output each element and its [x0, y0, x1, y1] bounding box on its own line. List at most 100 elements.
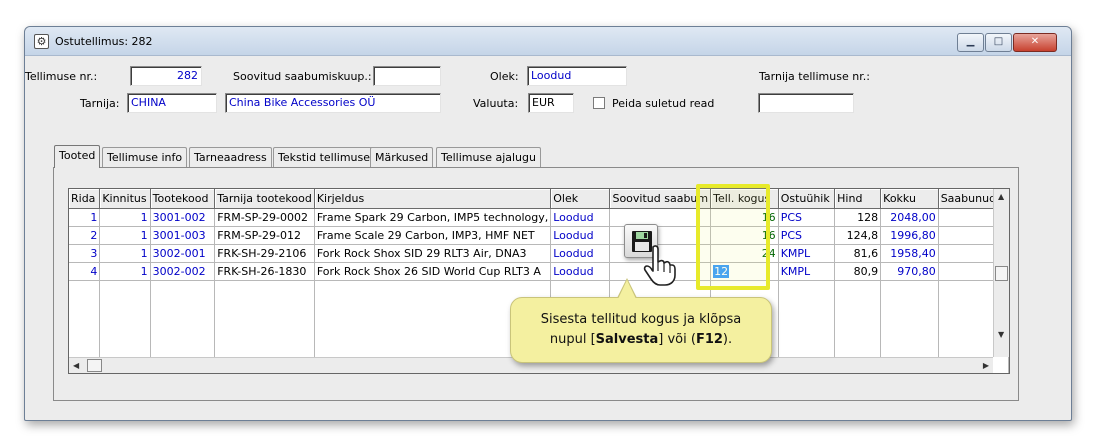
col-header-tootekood[interactable]: Tootekood: [150, 189, 216, 209]
supplier-name-field[interactable]: China Bike Accessories OÜ: [225, 93, 441, 113]
cell-tootekood[interactable]: 3002-001: [150, 244, 216, 263]
hide-closed-label: Peida suletud read: [612, 97, 715, 110]
maximize-button[interactable]: □: [985, 33, 1012, 52]
cell-kokku[interactable]: 970,80: [880, 262, 939, 281]
cell-rida[interactable]: 3: [69, 244, 101, 263]
agreed-arrival-field[interactable]: [373, 66, 441, 86]
cell-tarnija-tootekood[interactable]: FRK-SH-26-1830: [214, 262, 315, 281]
table-header-row: Rida Kinnitus Tootekood Tarnija tootekoo…: [69, 189, 1009, 209]
gear-icon[interactable]: ⚙: [34, 34, 49, 49]
table-row[interactable]: 2 1 3001-003 FRM-SP-29-012 Frame Scale 2…: [69, 226, 1009, 245]
instruction-callout: Sisesta tellitud kogus ja klõpsa nupul […: [510, 278, 772, 363]
cell-uhik[interactable]: PCS: [778, 226, 836, 245]
cell-hind[interactable]: 128: [834, 208, 882, 227]
cell-olek[interactable]: Loodud: [550, 226, 611, 245]
col-header-olek[interactable]: Olek: [550, 189, 611, 209]
col-header-tarnija-tootekood[interactable]: Tarnija tootekood: [214, 189, 315, 209]
cell-kinnitus[interactable]: 1: [99, 262, 151, 281]
col-header-kirjeldus[interactable]: Kirjeldus: [314, 189, 552, 209]
supplier-label: Tarnija:: [80, 97, 120, 110]
cell-kokku[interactable]: 2048,00: [880, 208, 939, 227]
cell-tootekood[interactable]: 3001-003: [150, 226, 216, 245]
supplier-code-field[interactable]: CHINA: [127, 93, 217, 113]
cell-tootekood[interactable]: 3001-002: [150, 208, 216, 227]
cell-kinnitus[interactable]: 1: [99, 226, 151, 245]
col-header-hind[interactable]: Hind: [834, 189, 882, 209]
cell-tootekood[interactable]: 3002-002: [150, 262, 216, 281]
callout-text-middle: ] või (: [658, 332, 696, 347]
cell-kirjeldus[interactable]: Frame Scale 29 Carbon, IMP3, HMF NET: [314, 226, 552, 245]
vertical-scrollbar[interactable]: ▲ ▼: [993, 189, 1009, 357]
hide-closed-checkbox[interactable]: [593, 97, 605, 109]
callout-text-suffix: ).: [722, 332, 733, 347]
cell-uhik[interactable]: PCS: [778, 208, 836, 227]
col-header-kokku[interactable]: Kokku: [880, 189, 939, 209]
cell-uhik[interactable]: KMPL: [778, 262, 836, 281]
minimize-button[interactable]: ▁: [957, 33, 984, 52]
tab-notes[interactable]: Märkused: [370, 147, 434, 167]
cell-kogus[interactable]: 16: [710, 226, 779, 245]
cell-kinnitus[interactable]: 1: [99, 208, 151, 227]
horizontal-scroll-thumb[interactable]: [87, 359, 102, 372]
cell-olek[interactable]: Loodud: [550, 244, 611, 263]
callout-shortcut-key: F12: [695, 332, 723, 347]
callout-line-2: nupul [Salvesta] või (F12).: [511, 330, 771, 350]
cell-olek[interactable]: Loodud: [550, 208, 611, 227]
status-field[interactable]: Loodud: [527, 66, 627, 86]
cell-hind[interactable]: 81,6: [834, 244, 882, 263]
status-label: Olek:: [490, 70, 519, 83]
supplier-order-field[interactable]: [758, 93, 854, 113]
tab-order-info[interactable]: Tellimuse info: [102, 147, 188, 167]
order-no-label: Tellimuse nr.:: [25, 70, 98, 83]
scroll-up-icon[interactable]: ▲: [998, 192, 1004, 201]
callout-line-1: Sisesta tellitud kogus ja klõpsa: [540, 312, 742, 327]
quantity-input-selection[interactable]: 12: [713, 264, 730, 278]
cell-kokku[interactable]: 1958,40: [880, 244, 939, 263]
cell-tarnija-tootekood[interactable]: FRM-SP-29-0002: [214, 208, 315, 227]
col-header-soovitud-saabum[interactable]: Soovitud saabum: [609, 189, 712, 209]
cell-rida[interactable]: 1: [69, 208, 101, 227]
scroll-right-icon[interactable]: ▶: [983, 361, 989, 370]
table-row[interactable]: 1 1 3001-002 FRM-SP-29-0002 Frame Spark …: [69, 208, 1009, 227]
agreed-arrival-label: Soovitud saabumiskuup.:: [233, 70, 372, 83]
tab-order-texts[interactable]: Tekstid tellimusel: [273, 147, 379, 167]
cell-kokku[interactable]: 1996,80: [880, 226, 939, 245]
currency-field[interactable]: EUR: [528, 93, 574, 113]
cell-kirjeldus[interactable]: Frame Spark 29 Carbon, IMP5 technology,: [314, 208, 552, 227]
title-bar[interactable]: ⚙ Ostutellimus: 282 ▁ □ ✕: [25, 27, 1071, 56]
table-row[interactable]: 3 1 3002-001 FRK-SH-29-2106 Fork Rock Sh…: [69, 244, 1009, 263]
scroll-left-icon[interactable]: ◀: [73, 361, 79, 370]
order-no-field[interactable]: 282: [130, 66, 202, 86]
scroll-down-icon[interactable]: ▼: [998, 330, 1004, 339]
cell-olek[interactable]: Loodud: [550, 262, 611, 281]
close-button[interactable]: ✕: [1013, 33, 1057, 52]
col-header-rida[interactable]: Rida: [69, 189, 101, 209]
col-header-tell-kogus[interactable]: Tell. kogus: [710, 189, 779, 209]
cell-uhik[interactable]: KMPL: [778, 244, 836, 263]
window-title: Ostutellimus: 282: [55, 35, 153, 48]
tab-order-history[interactable]: Tellimuse ajalugu: [436, 147, 541, 167]
tab-products[interactable]: Tooted: [54, 145, 101, 168]
cell-tarnija-tootekood[interactable]: FRM-SP-29-012: [214, 226, 315, 245]
cell-kirjeldus[interactable]: Fork Rock Shox 26 SID World Cup RLT3 A: [314, 262, 552, 281]
supplier-order-label: Tarnija tellimuse nr.:: [759, 70, 870, 83]
table-row[interactable]: 4 1 3002-002 FRK-SH-26-1830 Fork Rock Sh…: [69, 262, 1009, 281]
cell-hind[interactable]: 124,8: [834, 226, 882, 245]
cell-rida[interactable]: 4: [69, 262, 101, 281]
cell-hind[interactable]: 80,9: [834, 262, 882, 281]
cell-kogus[interactable]: 24: [710, 244, 779, 263]
cell-kinnitus[interactable]: 1: [99, 244, 151, 263]
col-header-kinnitus[interactable]: Kinnitus: [99, 189, 151, 209]
col-header-ostuuhik[interactable]: Ostuühik: [778, 189, 836, 209]
cell-kogus-editing[interactable]: 12: [710, 262, 779, 281]
products-tab-panel: Rida Kinnitus Tootekood Tarnija tootekoo…: [53, 167, 1019, 401]
cell-rida[interactable]: 2: [69, 226, 101, 245]
callout-save-word: Salvesta: [595, 332, 659, 347]
tab-delivery-address[interactable]: Tarneaadress: [189, 147, 272, 167]
vertical-scroll-thumb[interactable]: [995, 266, 1008, 281]
cell-kogus[interactable]: 16: [710, 208, 779, 227]
currency-label: Valuuta:: [473, 97, 519, 110]
cell-kirjeldus[interactable]: Fork Rock Shox SID 29 RLT3 Air, DNA3: [314, 244, 552, 263]
callout-text-prefix: nupul [: [549, 332, 596, 347]
cell-tarnija-tootekood[interactable]: FRK-SH-29-2106: [214, 244, 315, 263]
